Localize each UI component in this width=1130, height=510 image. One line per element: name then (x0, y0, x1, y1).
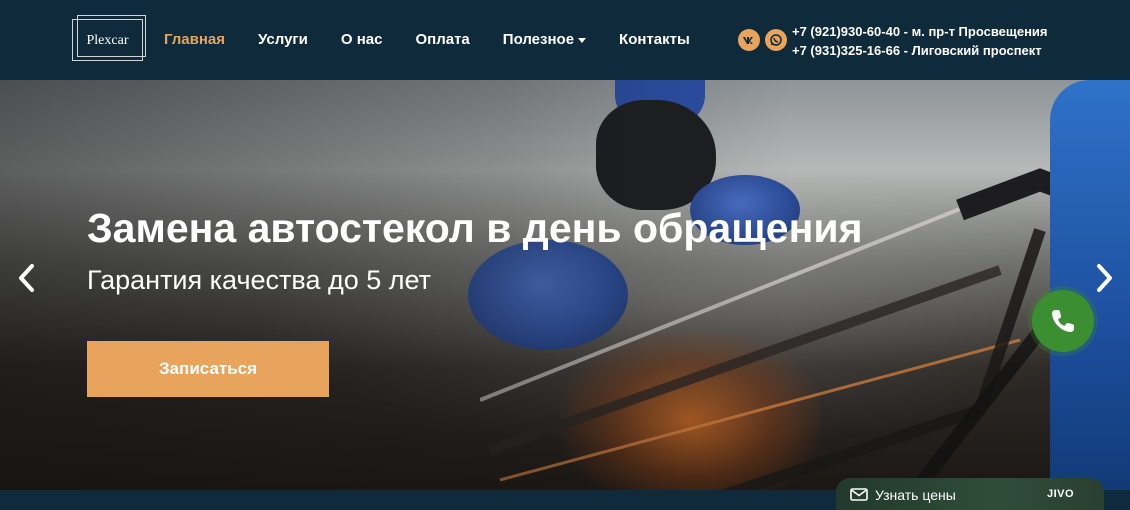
phone-prosvescheniya[interactable]: +7 (921)930-60-40 - м. пр-т Просвещения (792, 22, 1048, 41)
main-nav: Главная Услуги О нас Оплата Полезное Кон… (164, 31, 723, 48)
jivo-label: Узнать цены (875, 487, 956, 503)
mail-icon (850, 488, 868, 501)
site-header: Plexcar Главная Услуги О нас Оплата Поле… (0, 0, 1130, 80)
jivo-logo: JIVO (1047, 488, 1075, 500)
chevron-down-icon (578, 37, 587, 43)
hero-title: Замена автостекол в день обращения (87, 205, 863, 251)
jivo-chat-widget[interactable]: Узнать цены JIVO (836, 478, 1104, 510)
nav-item-home[interactable]: Главная (164, 31, 225, 48)
book-button[interactable]: Записаться (87, 341, 329, 397)
vk-icon[interactable] (738, 29, 760, 51)
nav-item-useful[interactable]: Полезное (502, 31, 587, 48)
phone-ligovsky[interactable]: +7 (931)325-16-66 - Лиговский проспект (792, 41, 1048, 60)
chevron-right-icon[interactable] (1092, 263, 1116, 293)
logo-text: Plexcar (86, 33, 129, 48)
nav-item-contacts[interactable]: Контакты (619, 31, 690, 48)
nav-item-useful-label: Полезное (502, 31, 575, 48)
phone-list: +7 (921)930-60-40 - м. пр-т Просвещения … (792, 22, 1048, 60)
phone-icon (1052, 310, 1074, 332)
nav-item-about[interactable]: О нас (341, 31, 383, 48)
site-logo[interactable]: Plexcar (72, 15, 146, 61)
whatsapp-icon[interactable] (765, 29, 787, 51)
hero-slider: Замена автостекол в день обращения Гаран… (0, 80, 1130, 490)
hero-subtitle: Гарантия качества до 5 лет (87, 265, 431, 295)
nav-item-services[interactable]: Услуги (258, 31, 308, 48)
call-button[interactable] (1032, 290, 1094, 352)
chevron-left-icon[interactable] (15, 263, 39, 293)
nav-item-payment[interactable]: Оплата (415, 31, 469, 48)
